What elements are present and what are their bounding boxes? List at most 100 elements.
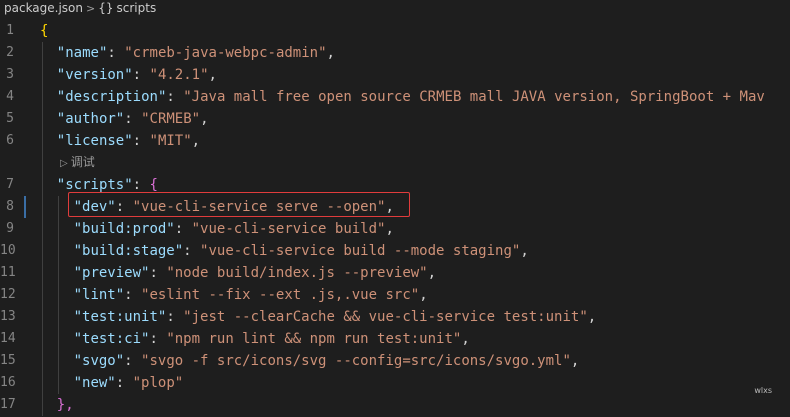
json-colon: : — [149, 331, 167, 347]
json-punctuation: , — [208, 67, 217, 83]
code-content: "build:stage": "vue-cli-service build --… — [74, 240, 529, 262]
code-line[interactable]: 13 "test:unit": "jest --clearCache && vue… — [0, 306, 790, 328]
code-content: "preview": "node build/index.js --previe… — [74, 262, 436, 284]
line-number: 2 — [6, 45, 14, 60]
json-value: "plop" — [132, 375, 184, 391]
line-number: 17 — [0, 397, 16, 412]
line-number: 6 — [6, 133, 14, 148]
code-content: "license": "MIT", — [57, 130, 200, 152]
code-line[interactable]: 15 "svgo": "svgo -f src/icons/svg --confi… — [0, 350, 790, 372]
line-number: 3 — [6, 67, 14, 82]
line-number: 10 — [0, 243, 16, 258]
code-line[interactable]: 9 "build:prod": "vue-cli-service build", — [0, 218, 790, 240]
line-number: 4 — [6, 89, 14, 104]
code-line[interactable]: 1{ — [0, 20, 790, 42]
code-line[interactable]: 5 "author": "CRMEB", — [0, 108, 790, 130]
line-number: 15 — [0, 353, 16, 368]
play-icon: ▷ — [60, 158, 68, 169]
code-line[interactable]: 10 "build:stage": "vue-cli-service build … — [0, 240, 790, 262]
code-line[interactable]: 17}, — [0, 394, 790, 416]
json-punctuation: { — [40, 23, 49, 39]
debug-codelens[interactable]: ▷ 调试 — [60, 151, 95, 173]
json-punctuation: , — [587, 309, 597, 325]
json-value: "jest --clearCache && vue-cli-service te… — [183, 309, 588, 325]
json-value: "vue-cli-service build" — [191, 221, 386, 237]
json-colon: : — [124, 353, 142, 369]
code-content: }, — [57, 394, 74, 416]
json-colon: : — [166, 309, 184, 325]
line-number: 11 — [0, 265, 16, 280]
json-colon: : — [124, 111, 142, 127]
code-line[interactable]: 4 "description": "Java mall free open sou… — [0, 86, 790, 108]
debug-codelens-label: 调试 — [70, 155, 95, 169]
json-colon: : — [132, 133, 150, 149]
code-line[interactable]: 2 "name": "crmeb-java-webpc-admin", — [0, 42, 790, 64]
code-content: "svgo": "svgo -f src/icons/svg --config=… — [74, 350, 580, 372]
code-editor[interactable]: 1{2 "name": "crmeb-java-webpc-admin", 3 "ve… — [0, 20, 790, 417]
line-number: 13 — [0, 309, 16, 324]
json-colon: : — [124, 287, 142, 303]
json-key: "description" — [56, 89, 167, 105]
line-number: 1 — [6, 23, 14, 38]
code-line[interactable]: 12 "lint": "eslint --fix --ext .js,.vue s… — [0, 284, 790, 306]
line-number: 7 — [6, 177, 14, 192]
code-line[interactable]: 16 "new": "plop" — [0, 372, 790, 394]
code-content: "new": "plop" — [74, 372, 184, 394]
line-number: 16 — [0, 375, 16, 390]
json-punctuation: , — [520, 243, 529, 259]
json-key: "test:ci" — [73, 331, 150, 347]
json-value: "node build/index.js --preview" — [166, 265, 428, 281]
json-key: "new" — [73, 375, 116, 391]
json-punctuation: , — [191, 133, 201, 149]
json-key: "lint" — [73, 287, 125, 303]
code-content: "version": "4.2.1", — [57, 64, 217, 86]
json-key: "scripts" — [56, 177, 133, 193]
code-content: "author": "CRMEB", — [57, 108, 209, 130]
json-key: "name" — [56, 45, 108, 61]
object-braces-icon: {} — [98, 1, 114, 15]
json-value: "CRMEB" — [141, 111, 201, 127]
code-line[interactable]: 3 "version": "4.2.1", — [0, 64, 790, 86]
json-colon: : — [132, 177, 150, 193]
json-punctuation: , — [427, 265, 437, 281]
line-number: 9 — [6, 221, 14, 236]
code-line[interactable]: 14 "test:ci": "npm run lint && npm run te… — [0, 328, 790, 350]
json-punctuation: }, — [56, 397, 74, 413]
breadcrumb-section[interactable]: scripts — [117, 0, 157, 17]
json-colon: : — [132, 67, 150, 83]
code-content: "test:ci": "npm run lint && npm run test… — [74, 328, 470, 350]
json-value: "4.2.1" — [149, 67, 209, 83]
json-key: "build:stage" — [73, 243, 184, 259]
chevron-right-icon: > — [86, 2, 96, 15]
json-value: "npm run lint && npm run test:unit" — [166, 331, 462, 347]
json-colon: : — [149, 265, 167, 281]
json-value: "crmeb-java-webpc-admin" — [124, 45, 327, 61]
json-punctuation: , — [570, 353, 580, 369]
json-colon: : — [183, 243, 201, 259]
code-content: "test:unit": "jest --clearCache && vue-c… — [74, 306, 597, 328]
json-colon: : — [174, 221, 192, 237]
json-punctuation: , — [326, 45, 335, 61]
code-line[interactable]: 11 "preview": "node build/index.js --prev… — [0, 262, 790, 284]
breadcrumb: package.json > {} scripts — [0, 0, 790, 17]
json-key: "license" — [56, 133, 133, 149]
json-punctuation: , — [200, 111, 209, 127]
json-key: "preview" — [73, 265, 150, 281]
json-colon: : — [166, 89, 184, 105]
code-content: "lint": "eslint --fix --ext .js,.vue src… — [74, 284, 428, 306]
json-punctuation: , — [419, 287, 428, 303]
json-key: "test:unit" — [73, 309, 167, 325]
json-punctuation: , — [385, 221, 394, 237]
json-punctuation: , — [461, 331, 470, 347]
json-colon: : — [115, 375, 133, 391]
line-number: 8 — [6, 199, 14, 214]
breadcrumb-file[interactable]: package.json — [4, 0, 83, 17]
json-colon: : — [107, 45, 125, 61]
json-key: "build:prod" — [73, 221, 175, 237]
json-value: "eslint --fix --ext .js,.vue src" — [141, 287, 420, 303]
json-value: "svgo -f src/icons/svg --config=src/icon… — [141, 353, 571, 369]
json-value: "Java mall free open source CRMEB mall J… — [183, 89, 765, 105]
line-number: 5 — [6, 111, 14, 126]
highlight-box — [68, 192, 410, 217]
code-line[interactable]: 6 "license": "MIT", — [0, 130, 790, 152]
